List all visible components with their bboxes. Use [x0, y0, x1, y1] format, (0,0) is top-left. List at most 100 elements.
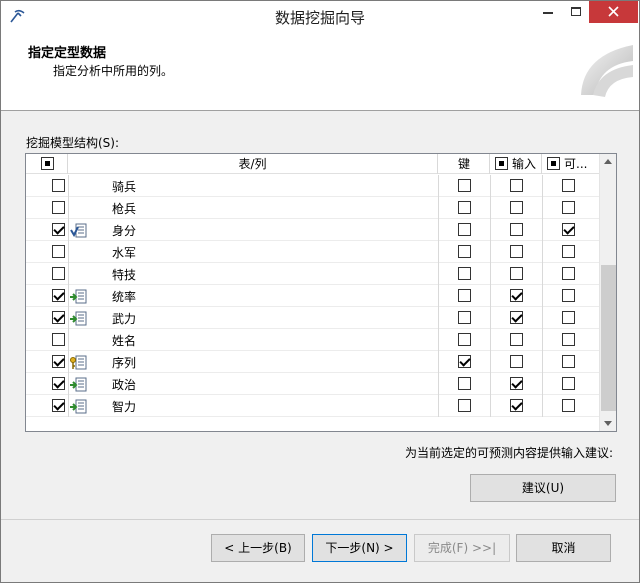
include-checkbox[interactable]	[52, 333, 65, 346]
column-divider	[542, 241, 543, 263]
suggest-description: 为当前选定的可预测内容提供输入建议:	[405, 446, 614, 460]
column-divider	[490, 395, 491, 417]
input-checkbox[interactable]	[510, 267, 523, 280]
predict-checkbox[interactable]	[562, 355, 575, 368]
column-divider	[68, 263, 69, 285]
key-checkbox[interactable]	[458, 267, 471, 280]
input-checkbox[interactable]	[510, 223, 523, 236]
table-row[interactable]: 特技	[26, 263, 600, 285]
key-checkbox[interactable]	[458, 289, 471, 302]
input-checkbox[interactable]	[510, 289, 523, 302]
table-row[interactable]: 智力	[26, 395, 600, 417]
include-checkbox[interactable]	[52, 223, 65, 236]
table-row[interactable]: 统率	[26, 285, 600, 307]
column-name: 统率	[112, 290, 137, 304]
predict-checkbox[interactable]	[562, 377, 575, 390]
input-checkbox[interactable]	[510, 179, 523, 192]
input-all-checkbox[interactable]	[495, 157, 508, 170]
maximize-icon	[571, 7, 581, 16]
include-checkbox[interactable]	[52, 245, 65, 258]
include-checkbox[interactable]	[52, 289, 65, 302]
column-divider	[68, 241, 69, 263]
include-checkbox[interactable]	[52, 311, 65, 324]
key-checkbox[interactable]	[458, 245, 471, 258]
predict-all-checkbox[interactable]	[547, 157, 560, 170]
next-button[interactable]: 下一步(N) >	[312, 534, 407, 562]
cancel-button[interactable]: 取消	[516, 534, 611, 562]
scroll-up-icon[interactable]	[604, 159, 612, 164]
table-row[interactable]: 政治	[26, 373, 600, 395]
suggest-button[interactable]: 建议(U)	[470, 474, 616, 502]
table-row[interactable]: 姓名	[26, 329, 600, 351]
input-column-header[interactable]: 输入	[490, 154, 542, 174]
table-row[interactable]: 骑兵	[26, 175, 600, 197]
input-checkbox[interactable]	[510, 399, 523, 412]
predict-checkbox[interactable]	[562, 179, 575, 192]
key-checkbox[interactable]	[458, 377, 471, 390]
key-checkbox[interactable]	[458, 355, 471, 368]
column-divider	[490, 351, 491, 373]
column-divider	[542, 395, 543, 417]
column-divider	[438, 219, 439, 241]
predict-checkbox[interactable]	[562, 223, 575, 236]
key-checkbox[interactable]	[458, 223, 471, 236]
predict-checkbox[interactable]	[562, 333, 575, 346]
column-name: 骑兵	[112, 180, 137, 194]
input-checkbox[interactable]	[510, 245, 523, 258]
include-checkbox[interactable]	[52, 399, 65, 412]
predict-checkbox[interactable]	[562, 289, 575, 302]
footer-divider	[1, 519, 639, 520]
include-all-checkbox[interactable]	[41, 157, 54, 170]
column-divider	[490, 373, 491, 395]
close-button[interactable]	[589, 1, 638, 23]
column-divider	[68, 373, 69, 395]
key-checkbox[interactable]	[458, 311, 471, 324]
table-column-header[interactable]: 表/列	[68, 154, 438, 174]
column-name: 武力	[112, 312, 137, 326]
column-divider	[542, 219, 543, 241]
input-checkbox[interactable]	[510, 377, 523, 390]
table-row[interactable]: 水军	[26, 241, 600, 263]
key-column-header[interactable]: 键	[438, 154, 490, 174]
key-checkbox[interactable]	[458, 333, 471, 346]
vertical-scrollbar[interactable]	[599, 154, 616, 431]
include-checkbox[interactable]	[52, 355, 65, 368]
column-name: 智力	[112, 400, 137, 414]
back-button[interactable]: < 上一步(B)	[211, 534, 305, 562]
column-divider	[68, 175, 69, 197]
predict-checkbox[interactable]	[562, 267, 575, 280]
column-divider	[542, 263, 543, 285]
input-checkbox[interactable]	[510, 201, 523, 214]
predict-checkbox[interactable]	[562, 311, 575, 324]
table-row[interactable]: 序列	[26, 351, 600, 373]
input-checkbox[interactable]	[510, 311, 523, 324]
scroll-down-icon[interactable]	[604, 421, 612, 426]
column-divider	[490, 241, 491, 263]
column-name: 枪兵	[112, 202, 137, 216]
key-checkbox[interactable]	[458, 399, 471, 412]
column-divider	[438, 285, 439, 307]
predict-column-header[interactable]: 可...	[542, 154, 600, 174]
key-checkbox[interactable]	[458, 179, 471, 192]
column-divider	[490, 263, 491, 285]
include-checkbox[interactable]	[52, 179, 65, 192]
mining-structure-grid[interactable]: 表/列 键 输入 可... 骑兵枪兵身分 水军 特技统率武力姓名 序列 政治智力	[25, 153, 617, 432]
include-checkbox[interactable]	[52, 377, 65, 390]
input-checkbox[interactable]	[510, 355, 523, 368]
table-row[interactable]: 身分	[26, 219, 600, 241]
include-checkbox[interactable]	[52, 201, 65, 214]
column-divider	[542, 351, 543, 373]
key-checkbox[interactable]	[458, 201, 471, 214]
input-checkbox[interactable]	[510, 333, 523, 346]
column-divider	[438, 175, 439, 197]
input-column-icon	[70, 289, 87, 304]
predict-checkbox[interactable]	[562, 399, 575, 412]
predict-checkbox[interactable]	[562, 245, 575, 258]
table-row[interactable]: 武力	[26, 307, 600, 329]
table-row[interactable]: 枪兵	[26, 197, 600, 219]
scrollbar-thumb[interactable]	[601, 265, 616, 411]
column-divider	[490, 285, 491, 307]
include-checkbox[interactable]	[52, 267, 65, 280]
column-divider	[438, 307, 439, 329]
predict-checkbox[interactable]	[562, 201, 575, 214]
